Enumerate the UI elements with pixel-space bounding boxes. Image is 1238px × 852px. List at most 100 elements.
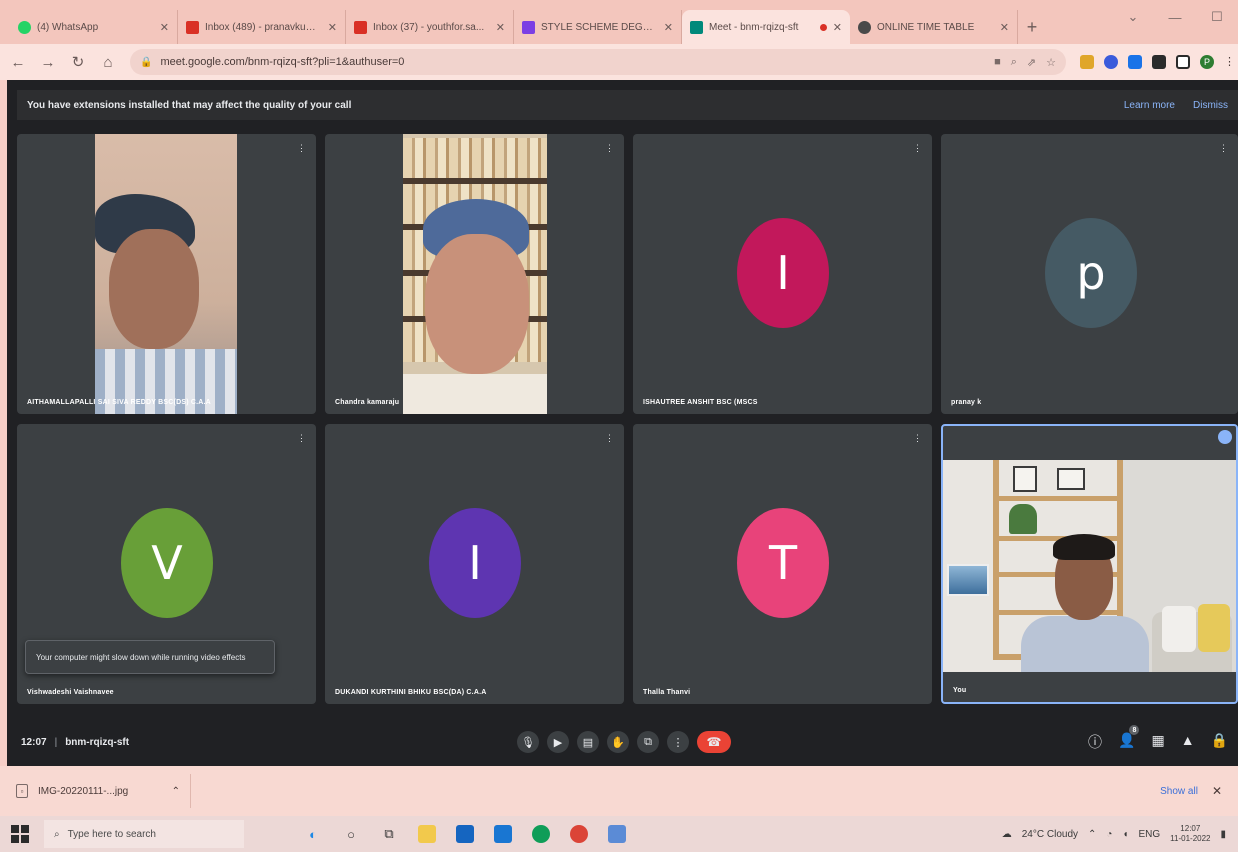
- home-icon[interactable]: ⌂: [100, 54, 116, 71]
- participant-avatar: V: [121, 508, 213, 618]
- language-indicator[interactable]: ENG: [1138, 829, 1160, 840]
- host-controls-icon[interactable]: 🔒: [1211, 732, 1228, 752]
- close-tab-icon[interactable]: ✕: [1000, 21, 1009, 34]
- more-options-icon[interactable]: ⋮: [667, 731, 689, 753]
- self-view-tile[interactable]: You: [941, 424, 1238, 704]
- end-call-button[interactable]: ☎: [697, 731, 731, 753]
- raise-hand-icon[interactable]: ✋: [607, 731, 629, 753]
- edge-icon[interactable]: [532, 825, 550, 843]
- notifications-icon[interactable]: ▮: [1220, 829, 1226, 840]
- self-video: [943, 460, 1236, 672]
- network-icon[interactable]: ◔: [1106, 829, 1112, 840]
- reload-icon[interactable]: ↻: [70, 53, 86, 71]
- camera-icon[interactable]: ■: [994, 56, 1001, 69]
- weather-icon: ☁: [1001, 828, 1012, 840]
- clock[interactable]: 12:07 11-01-2022: [1170, 824, 1210, 844]
- extension-icon[interactable]: [1104, 55, 1118, 69]
- close-tab-icon[interactable]: ✕: [833, 21, 842, 34]
- show-all-downloads-link[interactable]: Show all: [1160, 786, 1198, 797]
- participant-tile[interactable]: ⋮ AITHAMALLAPALLI SAI SIVA REDDY BSC(DS)…: [17, 134, 316, 414]
- clock-date: 11-01-2022: [1170, 834, 1211, 843]
- chat-icon[interactable]: ▦: [1151, 732, 1164, 752]
- present-screen-icon[interactable]: ⧉: [637, 731, 659, 753]
- task-view-icon[interactable]: ⧉: [380, 825, 398, 843]
- participant-avatar: I: [737, 218, 829, 328]
- participant-tile[interactable]: T ⋮ Thalla Thanvi: [633, 424, 932, 704]
- chevron-up-icon[interactable]: ⌃: [172, 786, 180, 797]
- more-options-icon[interactable]: ⋮: [605, 433, 614, 444]
- download-item[interactable]: ▫ IMG-20220111-...jpg ⌃: [16, 774, 191, 808]
- minimize-icon[interactable]: —: [1154, 0, 1196, 34]
- bookmark-star-icon[interactable]: ☆: [1046, 56, 1056, 69]
- weather-text[interactable]: 24°C Cloudy: [1022, 829, 1078, 840]
- mail-icon[interactable]: [494, 825, 512, 843]
- sidebar-icon[interactable]: [1176, 55, 1190, 69]
- extension-warning-banner: You have extensions installed that may a…: [17, 90, 1238, 120]
- extension-icon[interactable]: [1080, 55, 1094, 69]
- maximize-icon[interactable]: ☐: [1196, 0, 1238, 34]
- participant-tile[interactable]: p ⋮ pranay k: [941, 134, 1238, 414]
- widgets-icon[interactable]: ◐: [304, 825, 322, 843]
- more-options-icon[interactable]: ⋮: [1219, 143, 1228, 154]
- chevron-up-icon[interactable]: ⌃: [1088, 829, 1096, 840]
- menu-dots-icon[interactable]: ⋮: [1224, 55, 1235, 69]
- search-placeholder: Type here to search: [67, 828, 156, 840]
- learn-more-link[interactable]: Learn more: [1124, 100, 1175, 111]
- store-icon[interactable]: [456, 825, 474, 843]
- share-icon[interactable]: ⇗: [1027, 56, 1036, 69]
- browser-tab-meet[interactable]: Meet - bnm-rqizq-sft ✕: [682, 10, 850, 44]
- windows-start-icon[interactable]: [10, 824, 30, 844]
- camera-icon[interactable]: ▶: [547, 731, 569, 753]
- participant-tile[interactable]: ⋮ Chandra kamaraju: [325, 134, 624, 414]
- participant-tile[interactable]: V ⋮ Your computer might slow down while …: [17, 424, 316, 704]
- address-bar: ← → ↻ ⌂ 🔒 meet.google.com/bnm-rqizq-sft?…: [0, 44, 1238, 80]
- forward-icon[interactable]: →: [40, 54, 56, 71]
- file-explorer-icon[interactable]: [418, 825, 436, 843]
- url-field[interactable]: 🔒 meet.google.com/bnm-rqizq-sft?pli=1&au…: [130, 49, 1066, 75]
- tab-title: Meet - bnm-rqizq-sft: [709, 21, 799, 33]
- more-options-icon[interactable]: ⋮: [913, 143, 922, 154]
- close-tab-icon[interactable]: ✕: [664, 21, 673, 34]
- close-tab-icon[interactable]: ✕: [160, 21, 169, 34]
- profile-avatar[interactable]: P: [1200, 55, 1214, 69]
- browser-tab-timetable[interactable]: ONLINE TIME TABLE ✕: [850, 10, 1018, 44]
- meet-icon: [690, 20, 703, 34]
- download-file-name: IMG-20220111-...jpg: [38, 785, 129, 797]
- people-icon[interactable]: 👤 8: [1118, 725, 1140, 752]
- participant-tile[interactable]: I ⋮ ISHAUTREE ANSHIT BSC (MSCS: [633, 134, 932, 414]
- dismiss-button[interactable]: Dismiss: [1193, 100, 1228, 111]
- close-tab-icon[interactable]: ✕: [328, 21, 337, 34]
- chrome-icon[interactable]: [570, 825, 588, 843]
- more-options-icon[interactable]: ⋮: [605, 143, 614, 154]
- activities-icon[interactable]: ▲: [1181, 732, 1195, 752]
- chevron-down-icon[interactable]: ⌄: [1112, 0, 1154, 34]
- browser-tab-gmail-1[interactable]: Inbox (489) - pranavkumar... ✕: [178, 10, 346, 44]
- tab-title: Inbox (37) - youthfor.sa...: [373, 21, 485, 33]
- puzzle-icon[interactable]: [1152, 55, 1166, 69]
- photos-icon[interactable]: [608, 825, 626, 843]
- new-tab-button[interactable]: +: [1018, 10, 1046, 44]
- captions-icon[interactable]: ▤: [577, 731, 599, 753]
- participant-tile[interactable]: I ⋮ DUKANDI KURTHINI BHIKU BSC(DA) C.A.A: [325, 424, 624, 704]
- browser-tab-gmail-2[interactable]: Inbox (37) - youthfor.sa... ✕: [346, 10, 514, 44]
- participant-name: ISHAUTREE ANSHIT BSC (MSCS: [643, 399, 758, 406]
- back-icon[interactable]: ←: [10, 54, 26, 71]
- microphone-icon[interactable]: 🎙: [517, 731, 539, 753]
- more-options-icon[interactable]: ⋮: [297, 433, 306, 444]
- close-icon[interactable]: ✕: [1212, 784, 1222, 798]
- zoom-icon[interactable]: ⌕: [1011, 56, 1017, 69]
- meeting-code[interactable]: bnm-rqizq-sft: [65, 737, 129, 748]
- cortana-icon[interactable]: ○: [342, 825, 360, 843]
- clock-time: 12:07: [1180, 824, 1201, 833]
- more-options-icon[interactable]: ⋮: [913, 433, 922, 444]
- browser-tab-forms[interactable]: STYLE SCHEME DEGREE C... ✕: [514, 10, 682, 44]
- extension-icon[interactable]: [1128, 55, 1142, 69]
- close-tab-icon[interactable]: ✕: [496, 21, 505, 34]
- volume-icon[interactable]: ◖: [1122, 829, 1128, 840]
- forms-icon: [522, 20, 535, 34]
- more-options-icon[interactable]: ⋮: [297, 143, 306, 154]
- browser-tab-whatsapp[interactable]: (4) WhatsApp ✕: [10, 10, 178, 44]
- taskbar-search-box[interactable]: ⌕ Type here to search: [44, 820, 244, 848]
- participant-name: Thalla Thanvi: [643, 689, 691, 696]
- info-icon[interactable]: ⓘ: [1088, 732, 1102, 752]
